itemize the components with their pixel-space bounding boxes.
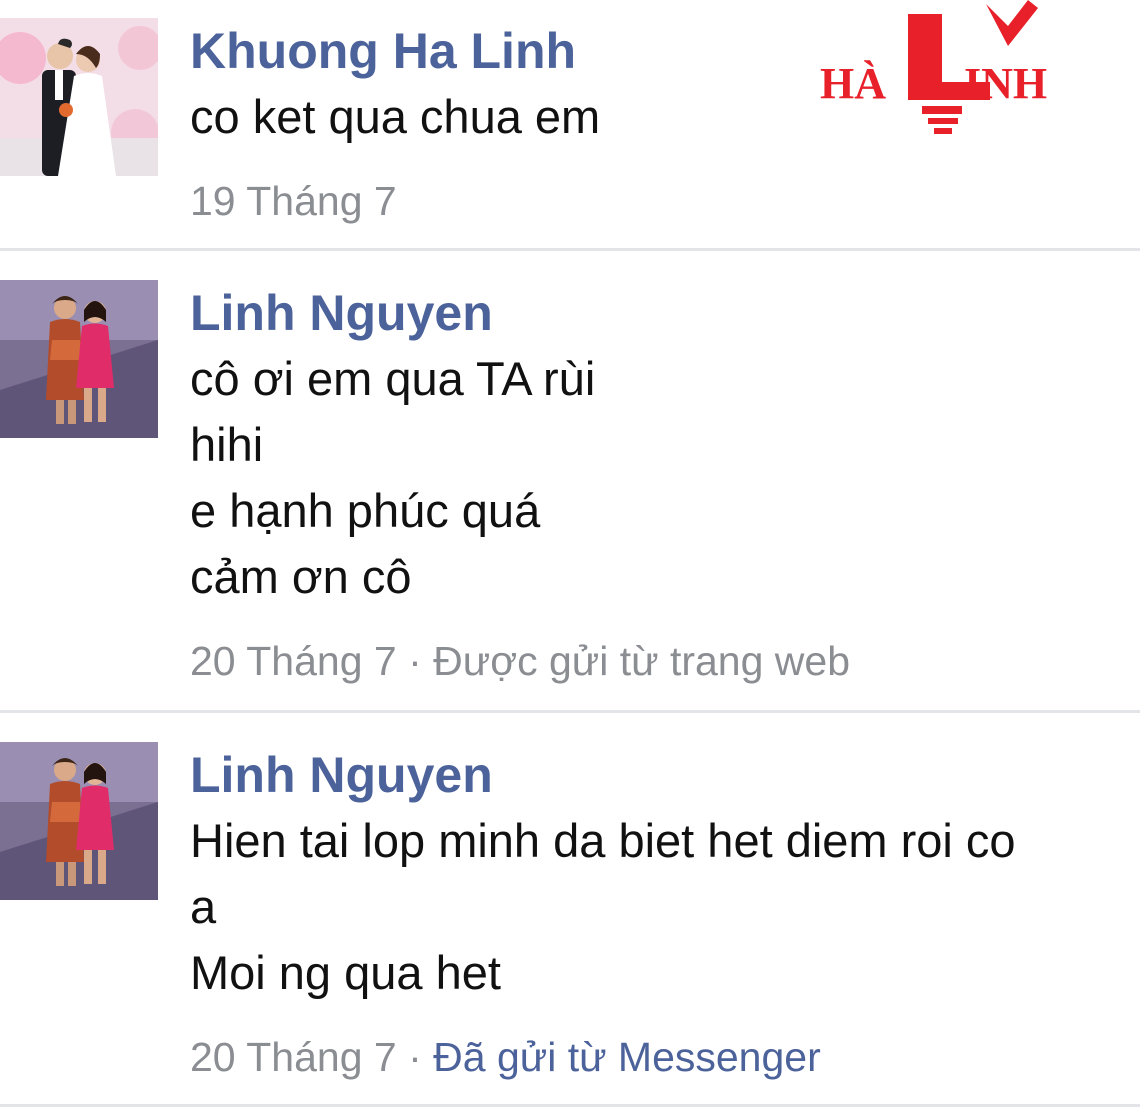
message-thread: Khuong Ha Linh co ket qua chua em 19 Thá… xyxy=(0,0,1140,1110)
avatar[interactable] xyxy=(0,742,158,900)
divider xyxy=(0,248,1140,251)
message-text-line: cô ơi em qua TA rùi xyxy=(190,352,596,405)
avatar[interactable] xyxy=(0,18,158,176)
divider xyxy=(0,710,1140,713)
message-text-line: cảm ơn cô xyxy=(190,550,412,603)
message-body: Linh Nguyen cô ơi em qua TA rùi hihi e h… xyxy=(190,280,1120,686)
message-date: 20 Tháng 7 xyxy=(190,638,397,684)
sender-name[interactable]: Linh Nguyen xyxy=(190,742,1120,808)
message-text-line: a xyxy=(190,880,217,933)
ha-linh-logo: HÀ INH xyxy=(818,0,1058,140)
message-date: 19 Tháng 7 xyxy=(190,178,397,224)
message-source-link[interactable]: Đã gửi từ Messenger xyxy=(433,1034,821,1080)
message-meta: 20 Tháng 7 · Được gửi từ trang web xyxy=(190,636,1120,686)
message-date: 20 Tháng 7 xyxy=(190,1034,397,1080)
svg-text:INH: INH xyxy=(964,59,1047,108)
message-source: Được gửi từ trang web xyxy=(433,638,851,684)
avatar[interactable] xyxy=(0,280,158,438)
sender-name[interactable]: Linh Nguyen xyxy=(190,280,1120,346)
svg-text:HÀ: HÀ xyxy=(820,59,886,108)
divider xyxy=(0,1104,1140,1107)
message-meta: 19 Tháng 7 xyxy=(190,176,1120,226)
message-text-line: Hien tai lop minh da biet het diem roi c… xyxy=(190,814,1016,867)
message-meta: 20 Tháng 7 · Đã gửi từ Messenger xyxy=(190,1032,1120,1082)
message-text-line: Moi ng qua het xyxy=(190,946,501,999)
message-text-line: e hạnh phúc quá xyxy=(190,484,541,537)
message-body: Linh Nguyen Hien tai lop minh da biet he… xyxy=(190,742,1120,1082)
meta-separator: · xyxy=(396,1034,434,1080)
message-text-line: hihi xyxy=(190,418,264,471)
meta-separator: · xyxy=(396,638,434,684)
